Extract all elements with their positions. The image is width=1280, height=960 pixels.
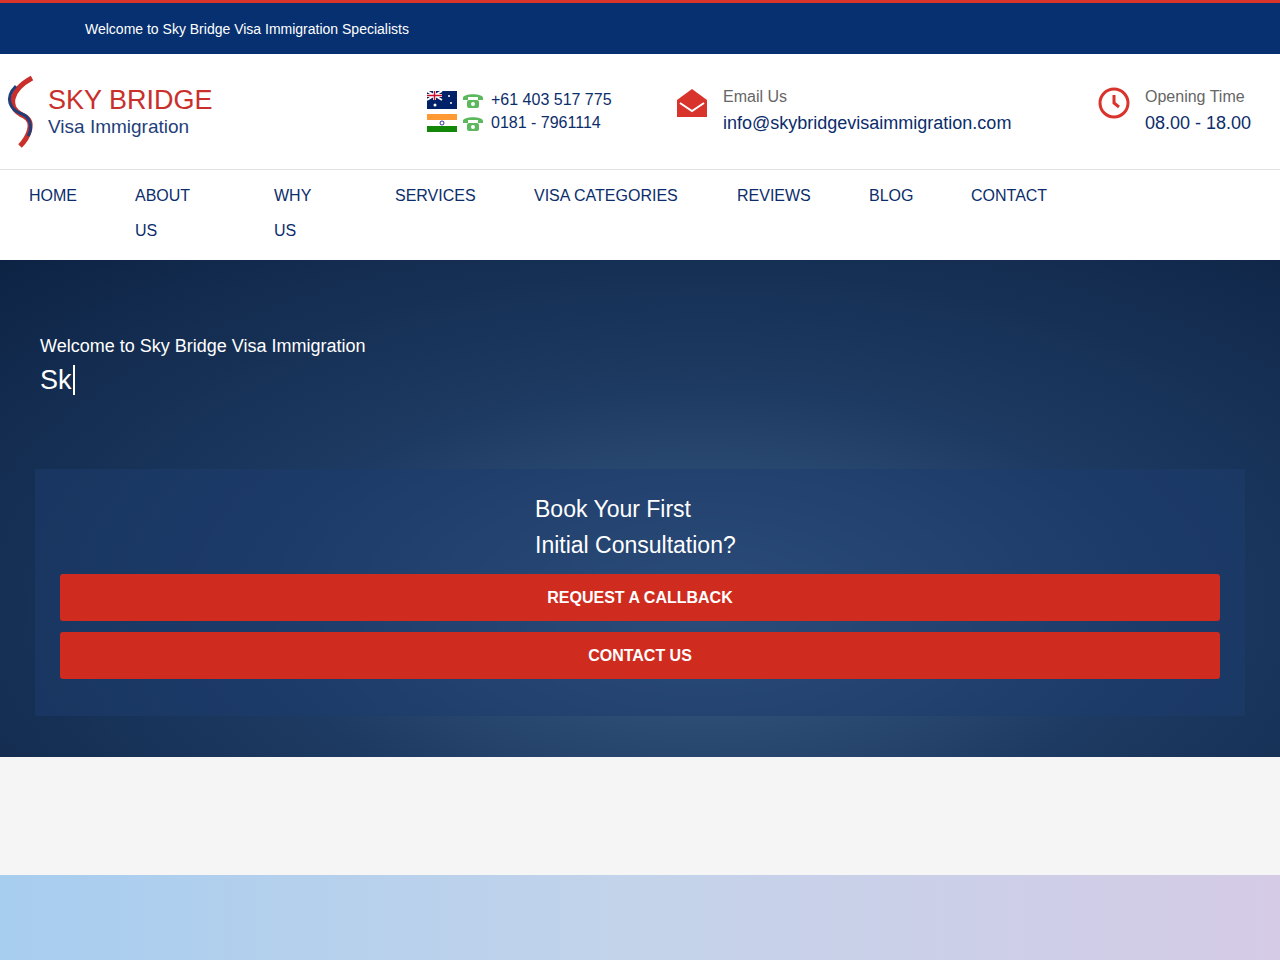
hours-block: Opening Time08.00 - 18.00	[1097, 86, 1251, 138]
phone-number: 0181 - 7961114	[491, 114, 601, 132]
page: Welcome to Sky Bridge Visa Immigration S…	[0, 0, 1280, 960]
phone-row[interactable]: +61 403 517 775	[427, 91, 675, 109]
logo-subtitle: Visa Immigration	[48, 115, 213, 139]
swoosh-icon	[2, 74, 42, 150]
nav-item[interactable]: BLOG	[869, 170, 971, 213]
header: SKY BRIDGEVisa Immigration+61 403 517 77…	[0, 54, 1280, 170]
nav-item[interactable]: REVIEWS	[737, 170, 869, 213]
hours-value: 08.00 - 18.00	[1145, 108, 1251, 138]
logo-title: SKY BRIDGE	[48, 85, 213, 115]
hero: Welcome to Sky Bridge Visa Immigration Sk…	[0, 260, 1280, 757]
email-block[interactable]: Email Usinfo@skybridgevisaimmigration.co…	[675, 86, 1097, 138]
nav-item[interactable]: CONTACT	[971, 170, 1280, 213]
top-bar: Welcome to Sky Bridge Visa Immigration S…	[0, 0, 1280, 54]
phone-list: +61 403 517 775 0181 - 7961114	[427, 91, 675, 132]
logo[interactable]: SKY BRIDGEVisa Immigration	[0, 74, 427, 150]
email-address: info@skybridgevisaimmigration.com	[723, 108, 1011, 138]
hero-typed-text: Sk	[35, 363, 1245, 397]
hours-label: Opening Time	[1145, 86, 1251, 108]
cta-button[interactable]: REQUEST A CALLBACK	[60, 574, 1220, 621]
phone-icon	[461, 114, 485, 132]
nav-item[interactable]: SERVICES	[395, 170, 534, 213]
cta-button[interactable]: CONTACT US	[60, 632, 1220, 679]
sky-band	[0, 875, 1280, 960]
nav-item[interactable]: VISA CATEGORIES	[534, 170, 737, 213]
nav-item[interactable]: ABOUT US	[135, 170, 274, 248]
nav-item[interactable]: WHY US	[274, 170, 395, 248]
consult-panel: Book Your FirstInitial Consultation? REQU…	[35, 469, 1245, 716]
consult-title: Book Your FirstInitial Consultation?	[60, 491, 1220, 563]
email-label: Email Us	[723, 86, 1011, 108]
phone-row[interactable]: 0181 - 7961114	[427, 114, 675, 132]
phone-icon	[461, 91, 485, 109]
australia-flag-icon	[427, 91, 457, 109]
envelope-icon	[675, 86, 709, 120]
grey-band	[0, 757, 1280, 875]
main-nav: HOMEABOUT USWHY USSERVICESVISA CATEGORIE…	[0, 170, 1280, 260]
phone-number: +61 403 517 775	[491, 91, 612, 109]
text-caret	[73, 365, 75, 395]
hero-subtitle: Welcome to Sky Bridge Visa Immigration	[35, 336, 1245, 357]
india-flag-icon	[427, 114, 457, 132]
clock-icon	[1097, 86, 1131, 120]
nav-item[interactable]: HOME	[29, 170, 135, 213]
top-bar-text: Welcome to Sky Bridge Visa Immigration S…	[85, 21, 409, 37]
